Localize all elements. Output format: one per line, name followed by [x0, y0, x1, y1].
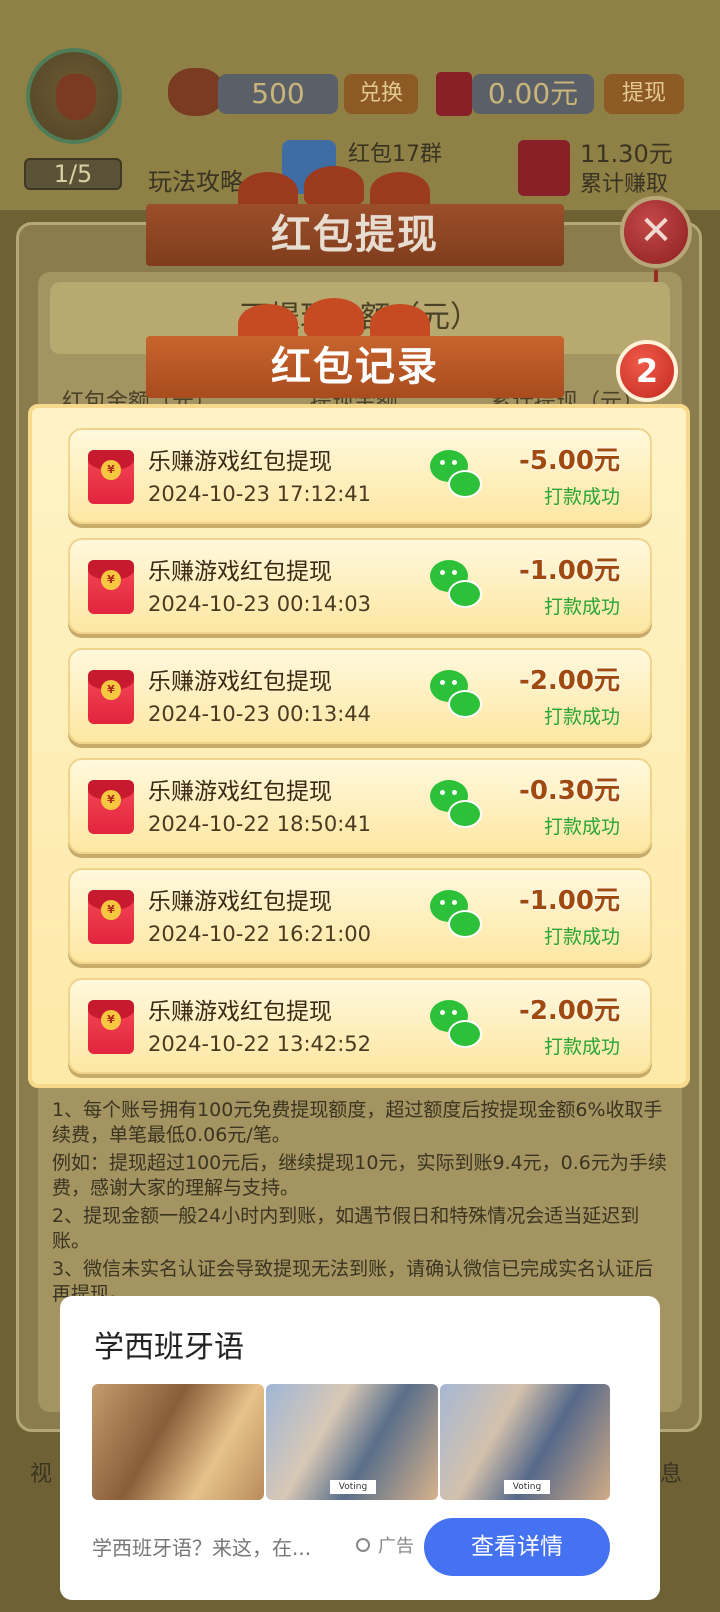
guide-link[interactable]: 玩法攻略 [148, 162, 244, 197]
record-amount: -0.30元 [519, 776, 620, 806]
record-status: 打款成功 [543, 706, 620, 728]
exchange-button[interactable]: 兑换 [344, 74, 418, 114]
record-time: 2024-10-23 17:12:41 [148, 482, 372, 506]
record-amount: -5.00元 [519, 446, 620, 476]
earned-amount: 11.30元 [580, 140, 673, 168]
records-panel[interactable]: ¥ 乐赚游戏红包提现 2024-10-23 17:12:41 -5.00元 打款… [28, 404, 690, 1088]
red-packet-icon: ¥ [88, 1000, 134, 1054]
withdraw-dialog-title: 红包提现 [146, 204, 564, 266]
record-item: ¥ 乐赚游戏红包提现 2024-10-23 00:13:44 -2.00元 打款… [68, 648, 652, 744]
record-item: ¥ 乐赚游戏红包提现 2024-10-22 16:21:00 -1.00元 打款… [68, 868, 652, 964]
red-packet-icon [304, 166, 364, 206]
record-amount: -1.00元 [519, 886, 620, 916]
bottom-left-label: 视 [30, 1462, 53, 1487]
wechat-icon [430, 668, 486, 724]
ad-info-icon[interactable] [356, 1538, 370, 1552]
money-bag-icon [56, 74, 96, 120]
red-packet-icon: ¥ [88, 450, 134, 504]
ad-tag: 广告 [378, 1536, 414, 1557]
red-packet-icon [436, 72, 472, 116]
record-time: 2024-10-23 00:14:03 [148, 592, 372, 616]
ad-image[interactable]: Voting [440, 1384, 610, 1500]
group-label: 红包17群 [348, 142, 442, 167]
record-status: 打款成功 [543, 596, 620, 618]
record-title: 乐赚游戏红包提现 [148, 889, 332, 915]
record-time: 2024-10-23 00:13:44 [148, 702, 372, 726]
earnings-icon [518, 140, 570, 196]
rule-text: 2、提现金额一般24小时内到账，如遇节假日和特殊情况会适当延迟到账。 [52, 1205, 640, 1252]
ad-sign-text: Voting [504, 1480, 550, 1494]
red-packet-icon: ¥ [88, 780, 134, 834]
withdraw-button[interactable]: 提现 [604, 74, 684, 114]
record-amount: -2.00元 [519, 666, 620, 696]
record-time: 2024-10-22 18:50:41 [148, 812, 372, 836]
player-avatar[interactable] [26, 48, 122, 144]
record-item: ¥ 乐赚游戏红包提现 2024-10-23 00:14:03 -1.00元 打款… [68, 538, 652, 634]
red-packet-icon: ¥ [88, 890, 134, 944]
withdraw-rules: 1、每个账号拥有100元免费提现额度，超过额度后按提现金额6%收取手续费，单笔最… [52, 1098, 672, 1310]
record-time: 2024-10-22 13:42:52 [148, 1032, 372, 1056]
earned-label: 累计赚取 [580, 172, 669, 197]
bottom-right-label: 息 [660, 1462, 683, 1487]
record-item: ¥ 乐赚游戏红包提现 2024-10-22 13:42:52 -2.00元 打款… [68, 978, 652, 1074]
record-title: 乐赚游戏红包提现 [148, 449, 332, 475]
rule-text: 1、每个账号拥有100元免费提现额度，超过额度后按提现金额6%收取手续费，单笔最… [52, 1099, 663, 1146]
record-time: 2024-10-22 16:21:00 [148, 922, 372, 946]
ad-description: 学西班牙语？来这，在... [92, 1536, 312, 1560]
wechat-icon [430, 448, 486, 504]
wechat-icon [430, 558, 486, 614]
record-item: ¥ 乐赚游戏红包提现 2024-10-23 17:12:41 -5.00元 打款… [68, 428, 652, 524]
record-amount: -1.00元 [519, 556, 620, 586]
wechat-icon [430, 998, 486, 1054]
step-badge: 2 [616, 340, 678, 402]
ad-title: 学西班牙语 [94, 1330, 244, 1365]
record-status: 打款成功 [543, 816, 620, 838]
view-details-button[interactable]: 查看详情 [424, 1518, 610, 1576]
record-status: 打款成功 [543, 926, 620, 948]
ad-image[interactable]: Voting [266, 1384, 438, 1500]
record-title: 乐赚游戏红包提现 [148, 779, 332, 805]
ad-image[interactable] [92, 1384, 264, 1500]
cash-balance: 0.00元 [472, 74, 594, 114]
close-button[interactable]: ✕ [620, 196, 692, 268]
record-title: 乐赚游戏红包提现 [148, 999, 332, 1025]
ad-sign-text: Voting [330, 1480, 376, 1494]
record-amount: -2.00元 [519, 996, 620, 1026]
coin-balance: 500 [218, 74, 338, 114]
wechat-icon [430, 778, 486, 834]
red-packet-icon: ¥ [88, 670, 134, 724]
record-title: 乐赚游戏红包提现 [148, 559, 332, 585]
record-item: ¥ 乐赚游戏红包提现 2024-10-22 18:50:41 -0.30元 打款… [68, 758, 652, 854]
ad-card[interactable]: 学西班牙语 Voting Voting 学西班牙语？来这，在... 广告 查看详… [60, 1296, 660, 1600]
record-status: 打款成功 [543, 486, 620, 508]
record-status: 打款成功 [543, 1036, 620, 1058]
records-title: 红包记录 [146, 336, 564, 398]
wechat-icon [430, 888, 486, 944]
red-packet-icon [304, 298, 364, 338]
record-title: 乐赚游戏红包提现 [148, 669, 332, 695]
coin-bag-icon [168, 68, 224, 116]
level-indicator: 1/5 [24, 158, 122, 190]
rule-text: 例如：提现超过100元后，继续提现10元，实际到账9.4元，0.6元为手续费，感… [52, 1152, 667, 1199]
red-packet-icon: ¥ [88, 560, 134, 614]
